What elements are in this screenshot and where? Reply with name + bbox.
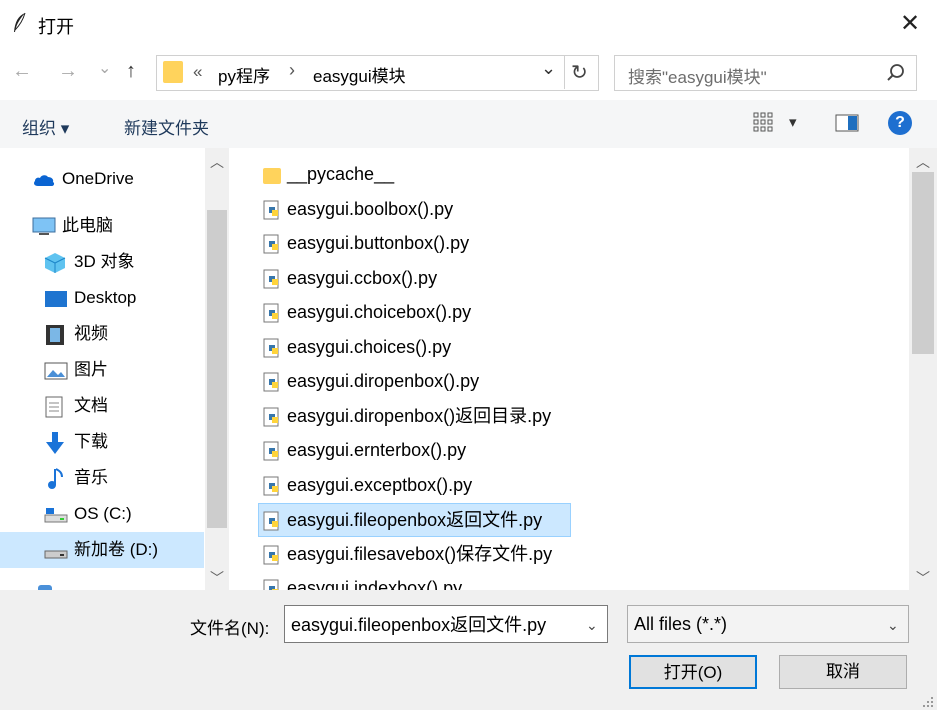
list-item[interactable]: __pycache__ bbox=[263, 158, 394, 190]
refresh-icon: ↻ bbox=[571, 62, 588, 84]
folder-icon bbox=[263, 163, 281, 185]
python-file-icon bbox=[263, 509, 281, 531]
list-item[interactable]: easygui.choicebox().py bbox=[263, 296, 471, 328]
onedrive-icon bbox=[34, 174, 55, 186]
list-item[interactable]: easygui.indexbox().py bbox=[263, 572, 462, 590]
list-item[interactable]: easygui.exceptbox().py bbox=[263, 469, 472, 501]
search-input[interactable]: 搜索"easygui模块" bbox=[628, 63, 767, 88]
file-list: __pycache__ easygui.boolbox().py easygui… bbox=[231, 148, 909, 590]
file-scroll-thumb[interactable] bbox=[912, 172, 934, 354]
up-button[interactable]: ↑ bbox=[126, 60, 136, 83]
title-bar bbox=[0, 0, 937, 48]
back-button[interactable]: ← bbox=[12, 60, 32, 83]
view-grid-icon[interactable] bbox=[753, 112, 773, 132]
view-dropdown-button[interactable]: ▾ bbox=[789, 113, 797, 131]
nav-item-pictures[interactable]: 图片 bbox=[44, 353, 108, 387]
python-file-icon bbox=[263, 405, 281, 427]
video-icon bbox=[46, 324, 64, 345]
list-item[interactable]: easygui.diropenbox().py bbox=[263, 365, 479, 397]
desktop-icon bbox=[45, 290, 67, 307]
python-file-icon bbox=[263, 577, 281, 590]
cancel-button[interactable]: 取消 bbox=[779, 655, 907, 689]
breadcrumb-segment[interactable]: py程序 bbox=[218, 62, 270, 87]
recent-locations-button[interactable]: ⌄ bbox=[98, 58, 111, 78]
nav-item-downloads[interactable]: 下载 bbox=[44, 425, 108, 459]
nav-item-onedrive[interactable]: OneDrive bbox=[32, 162, 134, 196]
python-file-icon bbox=[263, 439, 281, 461]
address-dropdown-button[interactable]: ⌄ bbox=[541, 58, 556, 79]
python-file-icon bbox=[263, 301, 281, 323]
list-item[interactable]: easygui.buttonbox().py bbox=[263, 227, 469, 259]
nav-scroll-down-icon[interactable]: ﹀ bbox=[205, 568, 229, 588]
breadcrumb-segment[interactable]: easygui模块 bbox=[313, 62, 406, 87]
preview-pane-icon[interactable] bbox=[835, 114, 859, 132]
nav-item-this-pc[interactable]: 此电脑 bbox=[32, 209, 113, 243]
pictures-icon bbox=[44, 362, 68, 380]
organize-button[interactable]: 组织 ▾ bbox=[22, 114, 69, 139]
music-icon bbox=[48, 467, 63, 489]
documents-icon bbox=[45, 396, 63, 418]
drive-c-icon bbox=[44, 507, 68, 523]
nav-item-3d-objects[interactable]: 3D 对象 bbox=[44, 245, 134, 279]
nav-item-documents[interactable]: 文档 bbox=[44, 389, 108, 423]
python-file-icon bbox=[263, 543, 281, 565]
download-icon bbox=[46, 431, 64, 454]
window-title: 打开 bbox=[38, 17, 74, 37]
list-item[interactable]: easygui.ccbox().py bbox=[263, 262, 437, 294]
filename-dropdown-icon[interactable]: ⌄ bbox=[586, 617, 598, 634]
nav-item-music[interactable]: 音乐 bbox=[44, 461, 108, 495]
nav-item-videos[interactable]: 视频 bbox=[44, 317, 108, 351]
nav-item-desktop[interactable]: Desktop bbox=[44, 281, 136, 315]
computer-icon bbox=[32, 217, 56, 235]
folder-icon bbox=[163, 61, 183, 83]
help-icon: ? bbox=[895, 114, 905, 131]
python-file-icon bbox=[263, 198, 281, 220]
list-item[interactable]: easygui.boolbox().py bbox=[263, 193, 453, 225]
3d-objects-icon bbox=[44, 252, 66, 273]
nav-item-drive-d[interactable]: 新加卷 (D:) bbox=[44, 533, 158, 567]
nav-scroll-up-icon[interactable]: ︿ bbox=[205, 152, 229, 172]
file-scroll-up-icon[interactable]: ︿ bbox=[909, 152, 937, 172]
python-file-icon bbox=[263, 370, 281, 392]
list-item-selected[interactable]: easygui.fileopenbox返回文件.py bbox=[258, 503, 572, 537]
new-folder-button[interactable]: 新建文件夹 bbox=[124, 114, 209, 139]
list-item[interactable]: easygui.diropenbox()返回目录.py bbox=[263, 400, 551, 432]
file-scroll-down-icon[interactable]: ﹀ bbox=[909, 568, 937, 588]
help-button[interactable]: ? bbox=[888, 111, 912, 135]
filename-label: 文件名(N): bbox=[190, 619, 270, 638]
filename-input[interactable]: easygui.fileopenbox返回文件.py bbox=[284, 605, 608, 643]
feather-icon bbox=[12, 12, 28, 34]
python-file-icon bbox=[263, 336, 281, 358]
forward-button[interactable]: → bbox=[58, 60, 78, 83]
open-button[interactable]: 打开(O) bbox=[629, 655, 757, 689]
python-file-icon bbox=[263, 474, 281, 496]
nav-item-drive-c[interactable]: OS (C:) bbox=[44, 497, 132, 531]
resize-grip-icon[interactable] bbox=[920, 694, 934, 708]
python-file-icon bbox=[263, 267, 281, 289]
breadcrumb-separator[interactable]: › bbox=[289, 60, 295, 81]
filetype-dropdown-icon[interactable]: ⌄ bbox=[887, 617, 899, 634]
python-file-icon bbox=[263, 232, 281, 254]
drive-d-icon bbox=[44, 550, 68, 559]
close-button[interactable]: ✕ bbox=[895, 9, 925, 39]
list-item[interactable]: easygui.filesavebox()保存文件.py bbox=[263, 538, 552, 570]
nav-scroll-thumb[interactable] bbox=[207, 210, 227, 528]
search-icon bbox=[886, 63, 906, 83]
filetype-select[interactable]: All files (*.*) bbox=[627, 605, 909, 643]
address-overflow[interactable]: « bbox=[193, 62, 202, 82]
list-item[interactable]: easygui.choices().py bbox=[263, 331, 451, 363]
list-item[interactable]: easygui.ernterbox().py bbox=[263, 434, 466, 466]
